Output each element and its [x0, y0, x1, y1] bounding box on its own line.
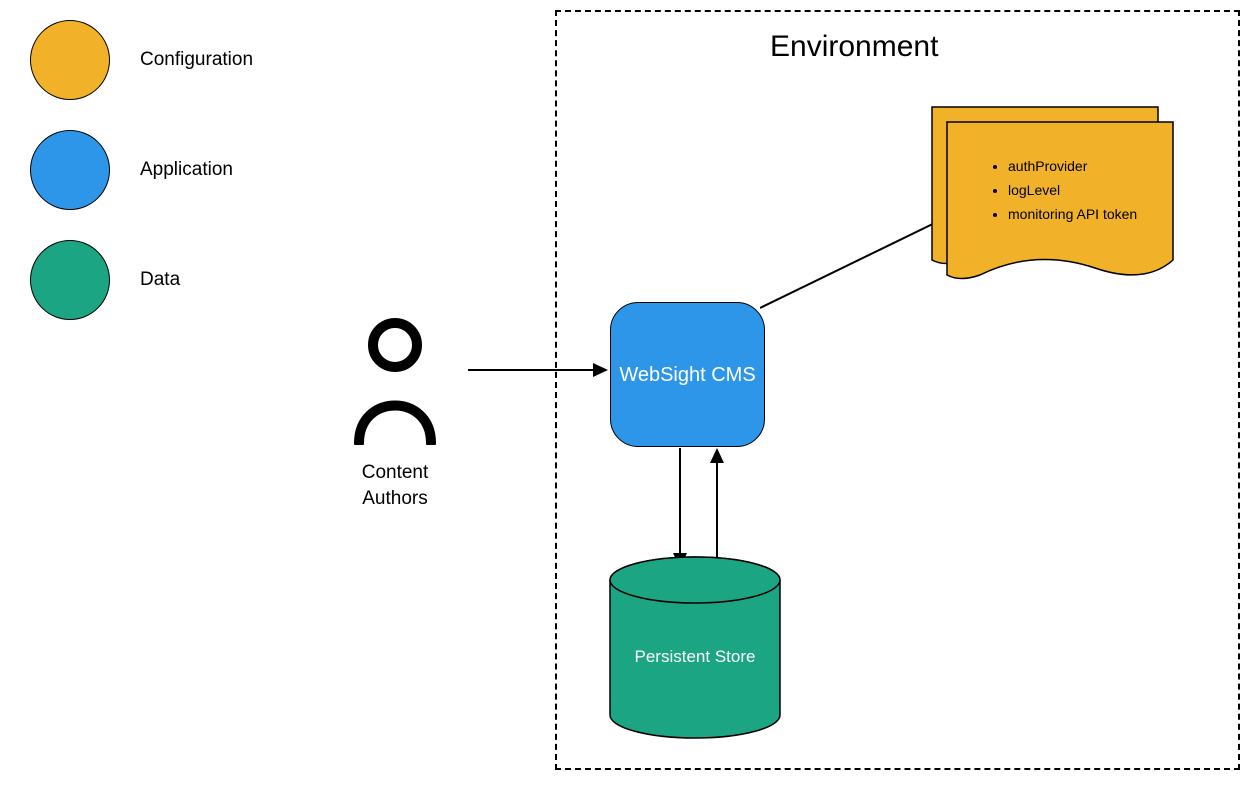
legend-circle-configuration [30, 20, 110, 100]
data-node-label: Persistent Store [620, 645, 770, 669]
legend: Configuration Application Data [30, 20, 253, 350]
legend-circle-application [30, 130, 110, 210]
legend-item-application: Application [30, 130, 253, 210]
config-item-2: monitoring API token [1008, 203, 1137, 227]
legend-item-data: Data [30, 240, 253, 320]
actor-label: Content Authors [335, 460, 455, 511]
config-list: authProvider logLevel monitoring API tok… [990, 155, 1137, 226]
legend-label-application: Application [140, 159, 233, 181]
legend-item-configuration: Configuration [30, 20, 253, 100]
arrow-actor-to-app [468, 358, 613, 393]
config-item-1: logLevel [1008, 179, 1137, 203]
legend-label-data: Data [140, 269, 180, 291]
config-item-0: authProvider [1008, 155, 1137, 179]
legend-circle-data [30, 240, 110, 320]
user-icon [345, 315, 445, 450]
app-node: WebSight CMS [610, 302, 765, 447]
app-node-label: WebSight CMS [619, 361, 755, 389]
legend-label-configuration: Configuration [140, 49, 253, 71]
environment-title: Environment [770, 30, 938, 64]
